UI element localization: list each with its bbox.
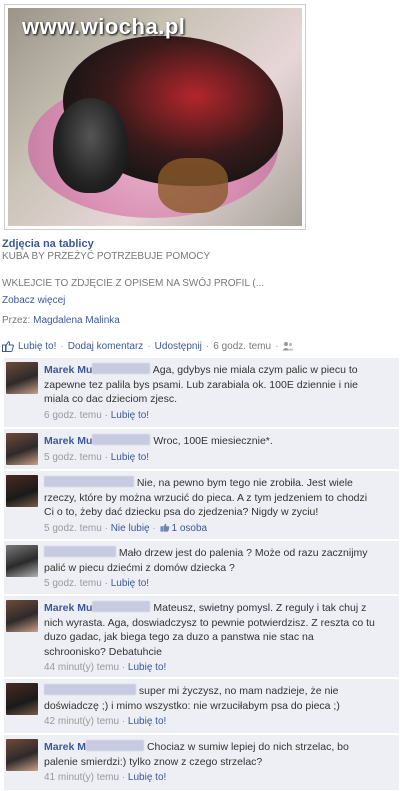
redacted-name	[44, 546, 116, 557]
photo-dog-legs	[158, 158, 228, 213]
comment: Mało drzew jest do palenia ? Może od raz…	[4, 541, 399, 595]
comment-time[interactable]: 44 minut(y) temu	[44, 662, 119, 673]
avatar[interactable]	[6, 475, 38, 507]
comment-meta: 6 godz. temu · Lubię to!	[44, 409, 150, 421]
avatar[interactable]	[6, 545, 38, 577]
redacted-name	[92, 434, 151, 445]
separator-dot: ·	[275, 340, 279, 352]
comment-meta: 5 godz. temu · Nie lubię · 1 osoba	[44, 522, 208, 534]
comment-like-link[interactable]: Lubię to!	[111, 452, 149, 463]
via-name-link[interactable]: Magdalena Malinka	[33, 315, 120, 326]
comment-author-link[interactable]: Marek Mu	[44, 364, 92, 376]
comment-time[interactable]: 5 godz. temu	[44, 578, 102, 589]
avatar[interactable]	[6, 600, 38, 632]
comment: super mi życzysz, no mam nadzieje, że ni…	[4, 679, 399, 734]
post-description: WKLEJCIE TO ZDJĘCIE Z OPISEM NA SWÓJ PRO…	[2, 278, 265, 289]
comment-meta: 5 godz. temu · Lubię to!	[44, 451, 150, 463]
comment: Marek Mu Wroc, 100E miesiecznie*. 5 godz…	[4, 429, 399, 470]
comment: Marek Mu Aga, gdybys nie miala czym pali…	[4, 358, 399, 428]
redacted-name	[92, 363, 151, 374]
post-actions: Lubię to! · Dodaj komentarz · Udostępnij…	[2, 338, 402, 354]
share-link[interactable]: Udostępnij	[155, 341, 202, 352]
redacted-name	[44, 476, 134, 487]
redacted-name	[86, 740, 145, 751]
see-more-link[interactable]: Zobacz więcej	[2, 295, 65, 306]
like-button[interactable]: Lubię to!	[18, 341, 56, 352]
photo-dog-head	[53, 98, 128, 193]
photo-watermark: www.wiocha.pl	[22, 14, 186, 39]
separator-dot: ·	[205, 340, 210, 352]
redacted-name	[92, 601, 151, 612]
post-photo[interactable]: www.wiocha.pl	[8, 8, 302, 226]
avatar[interactable]	[6, 739, 38, 771]
post-subtitle: KUBA BY PRZEŻYĆ POTRZEBUJE POMOCY	[2, 251, 211, 262]
comment-like-link[interactable]: Lubię to!	[128, 716, 166, 727]
avatar[interactable]	[6, 433, 38, 465]
comment-author-link[interactable]: Marek Mu	[44, 435, 92, 447]
comment-like-link[interactable]: Lubię to!	[111, 578, 149, 589]
post-photo-frame[interactable]: www.wiocha.pl	[4, 4, 306, 230]
avatar[interactable]	[6, 683, 38, 715]
comment-author-link[interactable]: Marek M	[44, 741, 86, 753]
post-time[interactable]: 6 godz. temu	[213, 341, 271, 352]
album-title-link[interactable]: Zdjęcia na tablicy	[2, 238, 94, 250]
comment-meta: 5 godz. temu · Lubię to!	[44, 578, 150, 589]
comment: Nie, na pewno bym tego nie zrobiła. Jest…	[4, 471, 399, 540]
avatar[interactable]	[6, 362, 38, 394]
comment-text: Wroc, 100E miesiecznie*.	[153, 435, 273, 447]
via-line: Przez: Magdalena Malinka	[2, 315, 120, 326]
comment: Marek M Chociaz w sumiw lepiej do nich s…	[4, 735, 399, 791]
add-comment-link[interactable]: Dodaj komentarz	[68, 341, 144, 352]
friends-audience-icon[interactable]	[282, 341, 294, 351]
comment-unlike-link[interactable]: Nie lubię	[111, 523, 150, 534]
comment-meta: 44 minut(y) temu · Lubię to!	[44, 662, 167, 673]
comment-author-link[interactable]: Marek Mu	[44, 602, 92, 614]
separator-dot: ·	[60, 340, 64, 352]
via-label: Przez:	[2, 315, 31, 326]
comment-time[interactable]: 42 minut(y) temu	[44, 716, 119, 727]
comment-like-link[interactable]: Lubię to!	[128, 772, 166, 783]
comment: Marek Mu Mateusz, swietny pomysl. Z regu…	[4, 596, 399, 678]
like-thumb-icon	[2, 340, 14, 352]
redacted-name	[44, 684, 136, 695]
likes-count-link[interactable]: 1 osoba	[172, 523, 208, 534]
like-count-icon	[160, 523, 169, 532]
comment-meta: 41 minut(y) temu · Lubię to!	[44, 772, 167, 783]
comment-like-link[interactable]: Lubię to!	[111, 410, 149, 421]
comment-like-link[interactable]: Lubię to!	[128, 662, 166, 673]
comment-time[interactable]: 5 godz. temu	[44, 452, 102, 463]
comment-meta: 42 minut(y) temu · Lubię to!	[44, 716, 167, 727]
separator-dot: ·	[147, 340, 151, 352]
comment-time[interactable]: 5 godz. temu	[44, 523, 102, 534]
comment-time[interactable]: 6 godz. temu	[44, 410, 102, 421]
comment-time[interactable]: 41 minut(y) temu	[44, 772, 119, 783]
